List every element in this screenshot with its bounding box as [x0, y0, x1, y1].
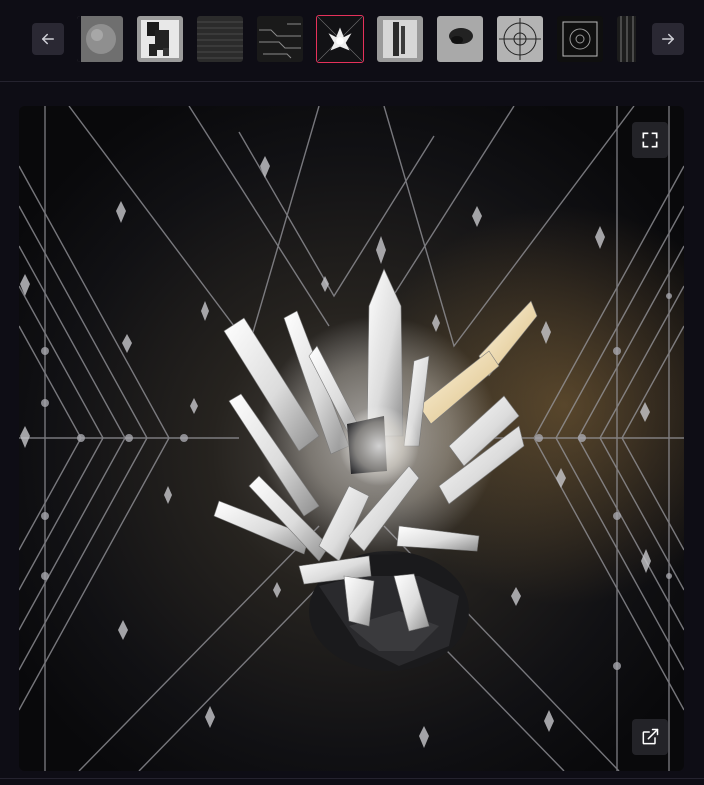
thumbnail-9[interactable] — [557, 16, 603, 62]
open-external-button[interactable] — [632, 719, 668, 755]
expand-icon — [642, 132, 658, 148]
thumbnail-5-active[interactable] — [316, 15, 364, 63]
crystal-artwork — [19, 106, 684, 771]
previous-button[interactable] — [32, 23, 64, 55]
thumbnail-7[interactable] — [437, 16, 483, 62]
thumbnail-bar — [0, 0, 704, 82]
bottom-divider — [0, 778, 704, 779]
thumbnail-6[interactable] — [377, 16, 423, 62]
thumbnail-8[interactable] — [497, 16, 543, 62]
fullscreen-button[interactable] — [632, 122, 668, 158]
arrow-right-icon — [662, 33, 674, 45]
gallery-viewer — [0, 0, 704, 785]
thumbnail-10[interactable] — [617, 16, 639, 62]
thumbnail-1[interactable] — [77, 16, 123, 62]
external-link-icon — [642, 728, 659, 745]
thumbnail-4[interactable] — [257, 16, 303, 62]
main-image — [19, 106, 684, 771]
thumbnail-2[interactable] — [137, 16, 183, 62]
thumbnail-3[interactable] — [197, 16, 243, 62]
thumbnail-strip — [77, 15, 639, 63]
arrow-left-icon — [42, 33, 54, 45]
next-button[interactable] — [652, 23, 684, 55]
